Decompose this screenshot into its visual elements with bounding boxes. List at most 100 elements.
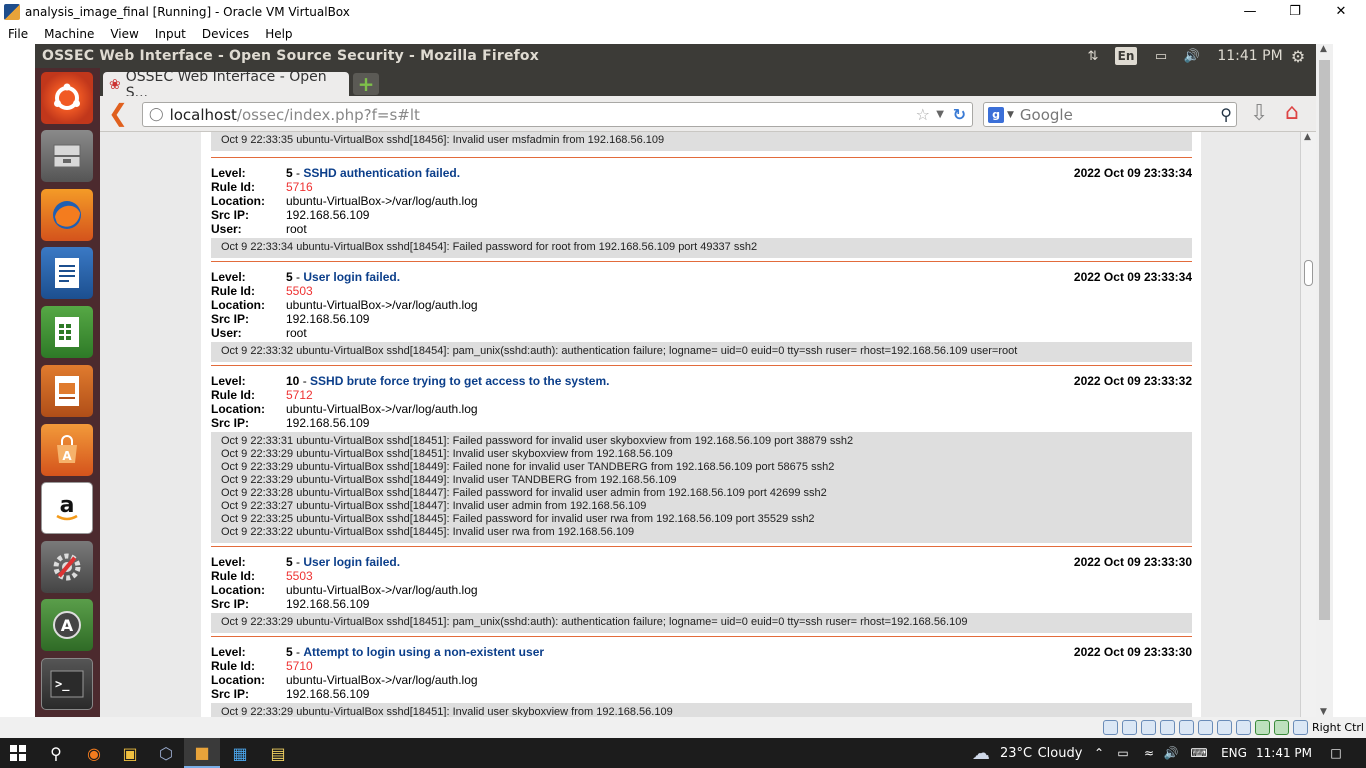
search-bar[interactable]: g ▼ Google ⚲ — [983, 102, 1237, 127]
gear-icon[interactable]: ⚙ — [1287, 47, 1309, 66]
wifi-icon[interactable]: ≈ — [1138, 738, 1160, 768]
notifications-icon[interactable]: □ — [1322, 738, 1350, 768]
rule-id-link[interactable]: 5503 — [286, 569, 313, 583]
language-indicator[interactable]: ENG — [1218, 738, 1250, 768]
libreoffice-impress-icon[interactable] — [41, 365, 93, 417]
search-icon[interactable]: ⚲ — [38, 738, 74, 768]
ubuntu-dash-icon[interactable] — [41, 72, 93, 124]
cloud-weather-icon: ☁ — [972, 742, 990, 764]
firefox-tab-strip: ❀ OSSEC Web Interface - Open S... + — [100, 68, 1316, 101]
vbox-scrollbar-thumb[interactable] — [1319, 60, 1330, 620]
google-icon[interactable]: g — [988, 106, 1004, 123]
reload-icon[interactable]: ↻ — [953, 105, 966, 124]
level-value: 5 — [286, 555, 293, 569]
volume-icon[interactable]: 🔊 — [1160, 738, 1182, 768]
url-dropdown-icon[interactable]: ▼ — [936, 109, 944, 120]
new-tab-button[interactable]: + — [353, 72, 379, 96]
software-updater-icon[interactable]: A — [41, 599, 93, 651]
alert-timestamp: 2022 Oct 09 23:33:30 — [1073, 555, 1192, 569]
shared-folders-icon[interactable] — [1197, 720, 1213, 735]
windows-start-icon[interactable] — [0, 738, 36, 768]
src-ip-label: Src IP: — [211, 312, 250, 326]
volume-icon[interactable]: 🔊 — [1181, 49, 1203, 64]
alert-description-link[interactable]: SSHD brute force trying to get access to… — [310, 374, 609, 388]
notes-icon[interactable]: ▤ — [260, 738, 296, 768]
firefox-icon[interactable]: ◉ — [76, 738, 112, 768]
firefox-nav-bar: ❮ ◯ localhost/ossec/index.php?f=s#lt ☆ ▼… — [100, 96, 1316, 132]
page-scrollbar[interactable]: ▲ — [1300, 132, 1316, 717]
menu-input[interactable]: Input — [147, 27, 194, 41]
virtualbox-taskbar-icon[interactable]: ■ — [184, 738, 220, 768]
log-line: Oct 9 22:33:35 ubuntu-VirtualBox sshd[18… — [221, 134, 665, 146]
battery-icon[interactable]: ▭ — [1148, 49, 1174, 64]
cube-app-icon[interactable]: ⬡ — [148, 738, 184, 768]
alert-description-link[interactable]: User login failed. — [303, 270, 400, 284]
menu-help[interactable]: Help — [257, 27, 300, 41]
libreoffice-writer-icon[interactable] — [41, 247, 93, 299]
video-capture-icon[interactable] — [1235, 720, 1251, 735]
cpu-icon[interactable] — [1254, 720, 1270, 735]
vbox-scroll-up-icon[interactable]: ▲ — [1320, 44, 1327, 54]
log-line: Oct 9 22:33:28 ubuntu-VirtualBox sshd[18… — [221, 487, 827, 499]
ubuntu-clock[interactable]: 11:41 PM — [1215, 48, 1285, 64]
level-value: 5 — [286, 270, 293, 284]
back-arrow-icon[interactable]: ❮ — [108, 99, 128, 127]
search-engine-dropdown-icon[interactable]: ▼ — [1007, 110, 1014, 120]
network-icon[interactable] — [1159, 720, 1175, 735]
rule-id-link[interactable]: 5712 — [286, 388, 313, 402]
scroll-up-icon[interactable]: ▲ — [1304, 132, 1311, 142]
home-icon[interactable]: ⌂ — [1285, 100, 1299, 125]
network-arrows-icon[interactable]: ⇅ — [1083, 49, 1103, 64]
weather-condition[interactable]: Cloudy — [1036, 738, 1084, 768]
minimize-icon[interactable]: — — [1227, 0, 1273, 23]
menu-devices[interactable]: Devices — [194, 27, 257, 41]
firefox-icon[interactable] — [41, 189, 93, 241]
keyboard-layout-indicator[interactable]: En — [1115, 47, 1137, 65]
alert-description-link[interactable]: User login failed. — [303, 555, 400, 569]
user-label: User: — [211, 326, 242, 340]
display-icon[interactable] — [1216, 720, 1232, 735]
restore-icon[interactable]: ❐ — [1272, 0, 1318, 23]
system-settings-icon[interactable] — [41, 541, 93, 593]
menu-view[interactable]: View — [102, 27, 146, 41]
close-icon[interactable]: ✕ — [1318, 0, 1364, 23]
hard-disk-icon[interactable] — [1102, 720, 1118, 735]
host-key-icon[interactable] — [1292, 720, 1308, 735]
audio-icon[interactable] — [1140, 720, 1156, 735]
alert-description-link[interactable]: SSHD authentication failed. — [303, 166, 460, 180]
photos-icon[interactable]: ▦ — [222, 738, 258, 768]
rule-id-link[interactable]: 5716 — [286, 180, 313, 194]
mouse-integration-icon[interactable] — [1273, 720, 1289, 735]
search-icon[interactable]: ⚲ — [1220, 105, 1232, 124]
keyboard-icon[interactable]: ⌨ — [1186, 738, 1212, 768]
menu-machine[interactable]: Machine — [36, 27, 102, 41]
url-bar[interactable]: ◯ localhost/ossec/index.php?f=s#lt ☆ ▼ ↻ — [142, 102, 973, 127]
vbox-scroll-down-icon[interactable]: ▼ — [1320, 707, 1327, 717]
rule-id-link[interactable]: 5710 — [286, 659, 313, 673]
log-line: Oct 9 22:33:29 ubuntu-VirtualBox sshd[18… — [221, 448, 673, 460]
alert-description-link[interactable]: Attempt to login using a non-existent us… — [303, 645, 544, 659]
optical-drive-icon[interactable] — [1121, 720, 1137, 735]
taskbar-clock[interactable]: 11:41 PM — [1254, 738, 1314, 768]
svg-text:A: A — [61, 616, 74, 635]
downloads-icon[interactable]: ⇩ — [1250, 101, 1268, 126]
src-ip-label: Src IP: — [211, 597, 250, 611]
vbox-scrollbar[interactable]: ▲ ▼ — [1316, 44, 1333, 717]
weather-temp[interactable]: 23°C — [998, 738, 1034, 768]
rule-id-link[interactable]: 5503 — [286, 284, 313, 298]
windows-taskbar: ⚲ ◉ ▣ ⬡ ■ ▦ ▤ ☁ 23°C Cloudy ⌃ ▭ ≈ 🔊 ⌨ EN… — [0, 738, 1366, 768]
page-scrollbar-thumb[interactable] — [1304, 260, 1313, 286]
src-ip-value: 192.168.56.109 — [286, 208, 370, 222]
menu-file[interactable]: File — [0, 27, 36, 41]
chevron-up-icon[interactable]: ⌃ — [1090, 738, 1108, 768]
file-explorer-icon[interactable]: ▣ — [112, 738, 148, 768]
terminal-icon[interactable]: >_ — [41, 658, 93, 710]
battery-icon[interactable]: ▭ — [1112, 738, 1134, 768]
usb-icon[interactable] — [1178, 720, 1194, 735]
tab-ossec[interactable]: ❀ OSSEC Web Interface - Open S... — [103, 69, 349, 101]
amazon-icon[interactable]: a — [41, 482, 93, 534]
ubuntu-software-center-icon[interactable]: A — [41, 424, 93, 476]
files-icon[interactable] — [41, 130, 93, 182]
bookmark-star-icon[interactable]: ☆ — [916, 105, 930, 124]
libreoffice-calc-icon[interactable] — [41, 306, 93, 358]
